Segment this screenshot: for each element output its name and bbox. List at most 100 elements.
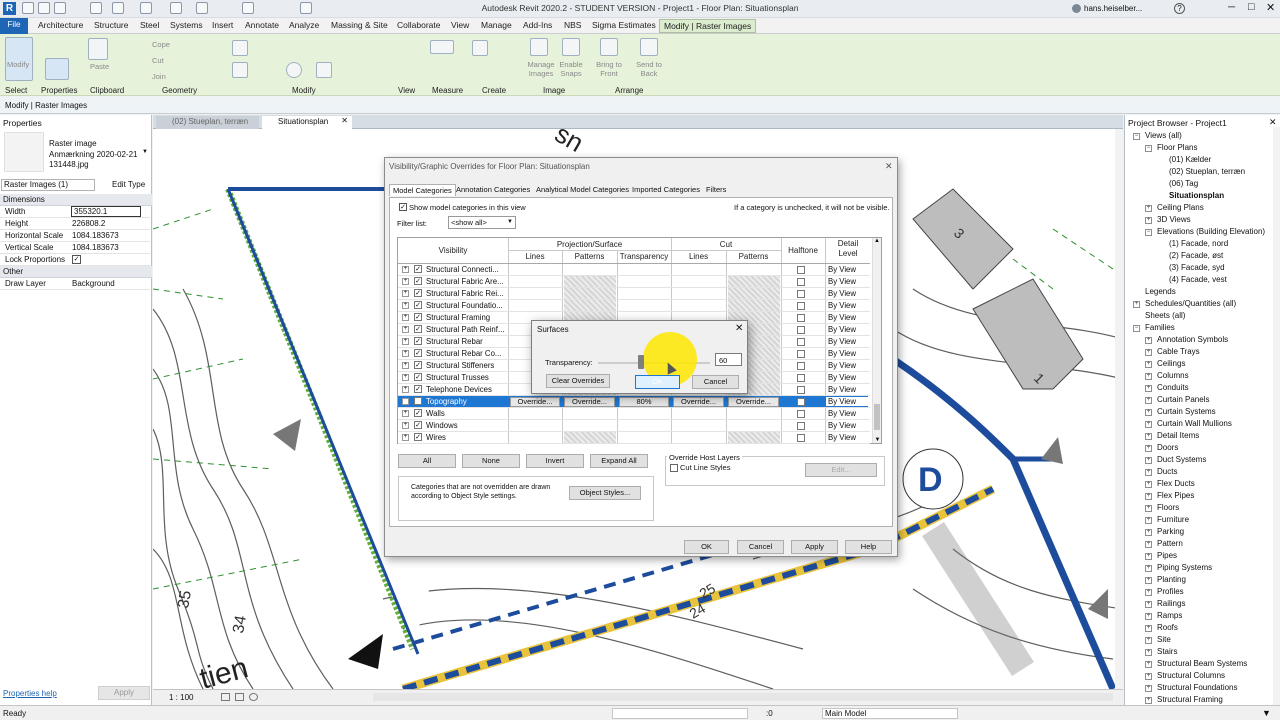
type-value[interactable]: Anmærkning 2020-02-21 131448.jpg	[49, 150, 145, 170]
tree-expander-icon[interactable]: +	[1145, 373, 1152, 380]
scroll-up-icon[interactable]: ▲	[873, 238, 881, 244]
cut-lines-override[interactable]: Override...	[673, 397, 724, 407]
instance-selector[interactable]: Raster Images (1)	[1, 179, 95, 191]
prop-value-hscale[interactable]: 1084.183673	[72, 231, 119, 240]
tab-manage[interactable]: Manage	[481, 20, 512, 30]
tree-expander-icon[interactable]: −	[1145, 145, 1152, 152]
browser-item[interactable]: Ducts	[1157, 467, 1177, 476]
tree-expander-icon[interactable]: +	[1145, 469, 1152, 476]
browser-item[interactable]: Structural Framing	[1157, 695, 1223, 704]
invert-button[interactable]: Invert	[526, 454, 584, 468]
tree-expander-icon[interactable]: +	[1145, 505, 1152, 512]
tab-structure[interactable]: Structure	[94, 20, 129, 30]
halftone-checkbox[interactable]	[797, 290, 805, 298]
tab-sigma-estimates[interactable]: Sigma Estimates	[592, 20, 656, 30]
cancel-button[interactable]: Cancel	[737, 540, 784, 554]
browser-item[interactable]: (1) Facade, nord	[1169, 239, 1228, 248]
user-name[interactable]: hans.heiselber...	[1084, 4, 1142, 13]
expand-icon[interactable]: +	[402, 386, 409, 393]
draw-layer-value[interactable]: Background	[72, 279, 115, 288]
browser-item[interactable]: Conduits	[1157, 383, 1189, 392]
visibility-checkbox[interactable]: ✓	[414, 313, 422, 321]
browser-item[interactable]: Piping Systems	[1157, 563, 1212, 572]
tree-expander-icon[interactable]: +	[1145, 589, 1152, 596]
all-button[interactable]: All	[398, 454, 456, 468]
visibility-checkbox[interactable]: ✓	[414, 409, 422, 417]
halftone-checkbox[interactable]	[797, 350, 805, 358]
browser-item[interactable]: Profiles	[1157, 587, 1184, 596]
browser-item[interactable]: Flex Pipes	[1157, 491, 1194, 500]
tab-file[interactable]: File	[0, 18, 28, 34]
view-scale[interactable]: 1 : 100	[169, 693, 193, 702]
browser-item[interactable]: Situationsplan	[1169, 191, 1224, 200]
tab-systems[interactable]: Systems	[170, 20, 203, 30]
tab-analyze[interactable]: Analyze	[289, 20, 319, 30]
halftone-checkbox[interactable]	[797, 362, 805, 370]
canvas-scrollbar[interactable]	[1115, 129, 1123, 689]
halftone-checkbox[interactable]	[797, 374, 805, 382]
surfaces-ok-button[interactable]: OK	[635, 375, 680, 389]
browser-item[interactable]: Columns	[1157, 371, 1189, 380]
browser-item[interactable]: (02) Stueplan, terræn	[1169, 167, 1245, 176]
browser-scrollbar[interactable]	[1273, 127, 1280, 705]
visibility-checkbox[interactable]: ✓	[414, 421, 422, 429]
browser-item[interactable]: (4) Facade, vest	[1169, 275, 1227, 284]
browser-item[interactable]: (2) Facade, øst	[1169, 251, 1223, 260]
visual-style-icon[interactable]	[235, 693, 244, 701]
expand-icon[interactable]: +	[402, 278, 409, 285]
filter-list-dropdown[interactable]: <show all> ▼	[448, 216, 516, 229]
browser-item[interactable]: Sheets (all)	[1145, 311, 1185, 320]
browser-item[interactable]: Structural Beam Systems	[1157, 659, 1247, 668]
tree-expander-icon[interactable]: +	[1145, 625, 1152, 632]
category-row[interactable]: + ✓ Structural Foundatio... By View	[398, 300, 870, 312]
detail-level-icon[interactable]	[221, 693, 230, 701]
design-option-dropdown[interactable]: Main Model	[822, 708, 958, 719]
browser-item[interactable]: Furniture	[1157, 515, 1189, 524]
send-to-back-button[interactable]	[640, 38, 658, 56]
tree-expander-icon[interactable]: +	[1145, 553, 1152, 560]
lock-proportions-checkbox[interactable]: ✓	[72, 255, 81, 264]
browser-item[interactable]: Curtain Panels	[1157, 395, 1209, 404]
header-visibility[interactable]: Visibility	[398, 246, 508, 255]
filter-icon[interactable]: ▼	[1262, 708, 1271, 718]
visibility-checkbox[interactable]: ✓	[414, 265, 422, 273]
category-row[interactable]: + ✓ Windows By View	[398, 420, 870, 432]
browser-item[interactable]: Site	[1157, 635, 1171, 644]
detail-level-value[interactable]: By View	[828, 277, 856, 286]
expand-all-button[interactable]: Expand All	[590, 454, 648, 468]
halftone-checkbox[interactable]	[797, 314, 805, 322]
halftone-checkbox[interactable]	[797, 278, 805, 286]
move-icon[interactable]	[232, 62, 248, 78]
tree-expander-icon[interactable]: +	[1145, 217, 1152, 224]
category-row[interactable]: + ✓ Wires By View	[398, 432, 870, 444]
halftone-checkbox[interactable]	[797, 326, 805, 334]
close-button[interactable]: ✕	[1266, 1, 1275, 14]
browser-item[interactable]: Detail Items	[1157, 431, 1199, 440]
expand-icon[interactable]: +	[402, 350, 409, 357]
halftone-checkbox[interactable]	[797, 398, 805, 406]
workset-dropdown[interactable]	[612, 708, 748, 719]
halftone-checkbox[interactable]	[797, 422, 805, 430]
minimize-button[interactable]: ─	[1228, 2, 1235, 13]
detail-level-value[interactable]: By View	[828, 301, 856, 310]
browser-item[interactable]: Duct Systems	[1157, 455, 1206, 464]
browser-item[interactable]: Elevations (Building Elevation)	[1157, 227, 1265, 236]
other-header[interactable]: Other	[0, 266, 152, 278]
create-group-icon[interactable]	[472, 40, 488, 56]
browser-item[interactable]: Structural Columns	[1157, 671, 1225, 680]
dimensions-header[interactable]: Dimensions	[0, 194, 152, 206]
tree-expander-icon[interactable]: −	[1133, 133, 1140, 140]
browser-item[interactable]: Doors	[1157, 443, 1178, 452]
tree-expander-icon[interactable]: +	[1145, 685, 1152, 692]
close-tab-icon[interactable]: ✕	[341, 116, 348, 125]
tree-expander-icon[interactable]: +	[1145, 517, 1152, 524]
browser-item[interactable]: (01) Kælder	[1169, 155, 1211, 164]
expand-icon[interactable]: +	[402, 362, 409, 369]
expand-icon[interactable]: +	[402, 302, 409, 309]
visibility-checkbox[interactable]: ✓	[414, 301, 422, 309]
scroll-down-icon[interactable]: ▼	[873, 437, 882, 443]
cut-line-styles-checkbox[interactable]	[670, 464, 678, 472]
detail-level-value[interactable]: By View	[828, 421, 856, 430]
tree-expander-icon[interactable]: +	[1145, 409, 1152, 416]
tree-expander-icon[interactable]: +	[1145, 421, 1152, 428]
